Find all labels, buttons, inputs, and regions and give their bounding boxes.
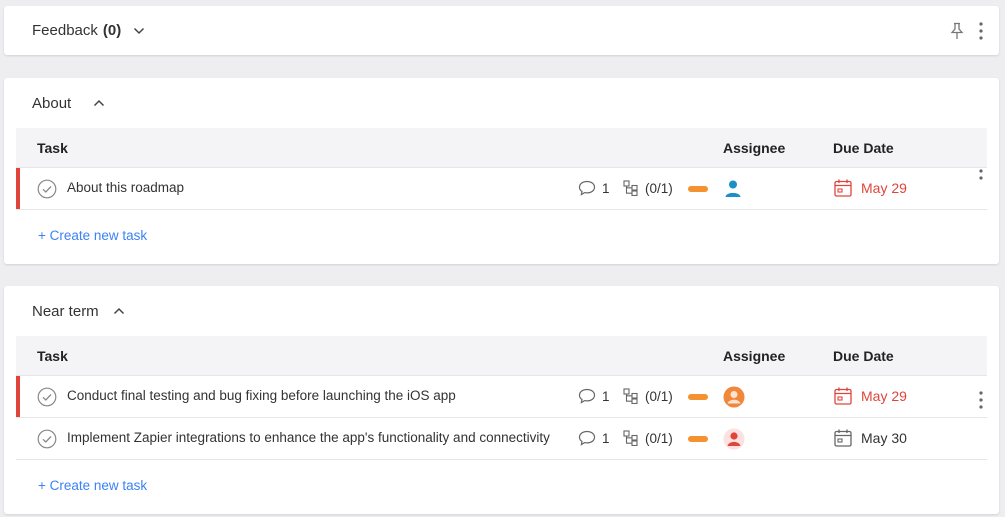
task-row[interactable]: About this roadmap 1 (0/1) May 29: [16, 168, 987, 210]
pin-icon[interactable]: [949, 22, 965, 40]
comment-icon: [578, 180, 596, 196]
task-subtasks[interactable]: (0/1): [623, 430, 673, 446]
subtask-icon: [623, 430, 639, 446]
about-section: About Task Assignee Due Date About this …: [4, 78, 999, 264]
subtask-progress: (0/1): [645, 430, 673, 446]
column-due-date: Due Date: [833, 348, 894, 364]
subtask-progress: (0/1): [645, 180, 673, 196]
feedback-count: (0): [102, 22, 122, 39]
check-circle-icon[interactable]: [37, 387, 57, 410]
create-task-link[interactable]: + Create new task: [38, 478, 147, 493]
calendar-icon: [833, 386, 853, 406]
column-assignee: Assignee: [723, 348, 786, 364]
feedback-title: Feedback: [32, 22, 98, 39]
about-header[interactable]: About: [32, 78, 999, 128]
check-circle-icon[interactable]: [37, 179, 57, 202]
avatar-icon[interactable]: [723, 386, 745, 411]
task-subtasks[interactable]: (0/1): [623, 388, 673, 404]
subtask-progress: (0/1): [645, 388, 673, 404]
task-title[interactable]: About this roadmap: [67, 180, 184, 195]
table-header: Task Assignee Due Date: [16, 336, 987, 376]
task-subtasks[interactable]: (0/1): [623, 180, 673, 196]
task-title[interactable]: Implement Zapier integrations to enhance…: [67, 430, 550, 445]
comment-icon: [578, 388, 596, 404]
priority-indicator[interactable]: [688, 186, 708, 192]
task-title[interactable]: Conduct final testing and bug fixing bef…: [67, 388, 456, 403]
near-term-header[interactable]: Near term: [32, 286, 999, 336]
calendar-icon: [833, 178, 853, 198]
calendar-icon: [833, 428, 853, 448]
task-row[interactable]: Conduct final testing and bug fixing bef…: [16, 376, 987, 418]
column-assignee: Assignee: [723, 140, 786, 156]
task-comments[interactable]: 1: [578, 180, 610, 196]
near-term-title: Near term: [32, 302, 99, 320]
task-due-date[interactable]: May 29: [833, 386, 907, 406]
comment-icon: [578, 430, 596, 446]
task-due-date[interactable]: May 29: [833, 178, 907, 198]
task-row[interactable]: Implement Zapier integrations to enhance…: [16, 418, 987, 460]
due-date-text: May 29: [861, 388, 907, 404]
priority-indicator[interactable]: [688, 436, 708, 442]
task-comments[interactable]: 1: [578, 430, 610, 446]
chevron-down-icon[interactable]: [133, 27, 145, 35]
task-comments[interactable]: 1: [578, 388, 610, 404]
column-due-date: Due Date: [833, 140, 894, 156]
column-task: Task: [37, 348, 68, 364]
subtask-icon: [623, 180, 639, 196]
due-date-text: May 29: [861, 180, 907, 196]
near-term-section: Near term Task Assignee Due Date Conduct…: [4, 286, 999, 514]
column-task: Task: [37, 140, 68, 156]
comment-count: 1: [602, 388, 610, 404]
feedback-header[interactable]: Feedback (0): [32, 6, 999, 55]
near-term-task-table: Task Assignee Due Date Conduct final tes…: [16, 336, 987, 460]
due-date-text: May 30: [861, 430, 907, 446]
task-due-date[interactable]: May 30: [833, 428, 907, 448]
priority-indicator[interactable]: [688, 394, 708, 400]
check-circle-icon[interactable]: [37, 429, 57, 452]
about-task-table: Task Assignee Due Date About this roadma…: [16, 128, 987, 210]
subtask-icon: [623, 388, 639, 404]
more-vertical-icon[interactable]: [979, 22, 983, 40]
about-title: About: [32, 94, 72, 112]
avatar-icon[interactable]: [723, 428, 745, 453]
table-header: Task Assignee Due Date: [16, 128, 987, 168]
create-task-link[interactable]: + Create new task: [38, 228, 147, 243]
feedback-actions: [949, 6, 983, 55]
avatar-icon[interactable]: [723, 178, 743, 201]
feedback-section: Feedback (0): [4, 6, 999, 55]
chevron-up-icon[interactable]: [113, 307, 125, 315]
comment-count: 1: [602, 430, 610, 446]
chevron-up-icon[interactable]: [93, 99, 105, 107]
comment-count: 1: [602, 180, 610, 196]
